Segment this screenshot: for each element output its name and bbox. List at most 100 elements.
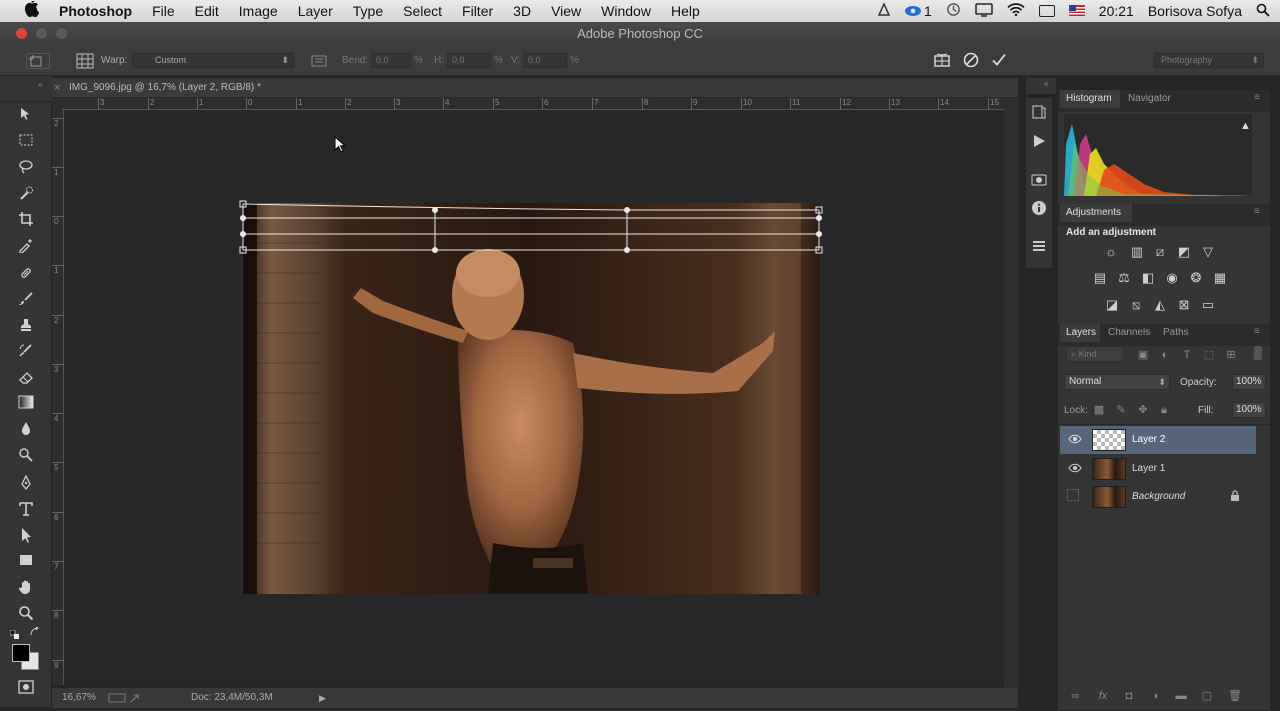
crop-tool-icon[interactable] — [15, 211, 37, 231]
curves-icon[interactable]: ⧄ — [1151, 245, 1169, 259]
photo-filter-icon[interactable]: ◉ — [1163, 271, 1181, 285]
exposure-icon[interactable]: ◩ — [1175, 245, 1193, 259]
posterize-icon[interactable]: ⧅ — [1127, 298, 1145, 312]
link-layers-icon[interactable]: ∞ — [1066, 689, 1084, 703]
actions-panel-icon[interactable] — [1032, 134, 1046, 153]
foreground-color-swatch[interactable] — [12, 644, 30, 662]
hand-tool-icon[interactable] — [15, 579, 37, 599]
user-name[interactable]: Borisova Sofya — [1148, 3, 1242, 19]
input-menu-icon[interactable] — [1038, 5, 1055, 17]
tool-preset-picker[interactable] — [26, 53, 50, 69]
warp-mesh-overlay[interactable] — [236, 198, 828, 260]
blur-tool-icon[interactable] — [15, 421, 37, 441]
apple-icon[interactable] — [24, 0, 47, 21]
filter-adjustment-icon[interactable]: ◐ — [1156, 348, 1174, 362]
pen-tool-icon[interactable] — [15, 474, 37, 495]
tab-adjustments[interactable]: Adjustments — [1060, 204, 1132, 222]
layers-panel-menu-icon[interactable]: ≡ — [1254, 326, 1260, 337]
threshold-icon[interactable]: ◭ — [1151, 298, 1169, 312]
layer-visibility-eye-icon[interactable] — [1068, 433, 1082, 448]
gradient-map-icon[interactable]: ▭ — [1199, 298, 1217, 312]
horizontal-ruler[interactable]: 3 2 1 0 1 2 3 4 5 6 7 8 9 10 11 12 13 14 15 — [62, 98, 1006, 110]
layer-style-icon[interactable]: fx — [1094, 689, 1112, 703]
color-lookup-icon[interactable]: ▦ — [1211, 271, 1229, 285]
menu-file[interactable]: File — [152, 3, 175, 19]
lasso-tool-icon[interactable] — [15, 159, 37, 179]
gradient-tool-icon[interactable] — [15, 395, 37, 415]
menu-type[interactable]: Type — [353, 3, 383, 19]
h-distortion-input[interactable]: 0.0 — [447, 53, 491, 68]
add-mask-icon[interactable]: ◘ — [1120, 689, 1138, 703]
warp-style-dropdown[interactable]: Custom ⬍ — [132, 53, 294, 68]
hue-saturation-icon[interactable]: ▤ — [1091, 271, 1109, 285]
marquee-tool-icon[interactable] — [15, 133, 37, 153]
info-panel-icon[interactable] — [1031, 200, 1047, 221]
history-panel-icon[interactable] — [1031, 104, 1047, 125]
vibrance-icon[interactable]: ▽ — [1199, 245, 1217, 259]
selective-color-icon[interactable]: ⊠ — [1175, 298, 1193, 312]
flag-us-icon[interactable] — [1068, 3, 1085, 19]
adjustments-panel-menu-icon[interactable]: ≡ — [1254, 206, 1260, 217]
history-brush-tool-icon[interactable] — [15, 343, 37, 363]
filter-type-icon[interactable]: T — [1178, 348, 1196, 362]
new-layer-icon[interactable]: ▢ — [1198, 689, 1216, 703]
menu-select[interactable]: Select — [403, 3, 442, 19]
creative-cloud-status[interactable]: 1 — [904, 3, 932, 19]
tab-histogram[interactable]: Histogram — [1060, 90, 1120, 108]
layer-name[interactable]: Background — [1132, 491, 1185, 502]
tab-navigator[interactable]: Navigator — [1128, 93, 1171, 104]
menu-3d[interactable]: 3D — [513, 3, 531, 19]
zoom-tool-icon[interactable] — [15, 605, 37, 625]
brush-tool-icon[interactable] — [15, 291, 37, 311]
document-tab-title[interactable]: IMG_9096.jpg @ 16,7% (Layer 2, RGB/8) * — [69, 78, 261, 98]
zoom-level[interactable]: 16,67% — [62, 688, 96, 708]
levels-icon[interactable]: ▥ — [1128, 245, 1146, 259]
layer-row-background[interactable]: Background — [1060, 483, 1256, 511]
eyedropper-tool-icon[interactable] — [15, 237, 37, 257]
display-icon[interactable] — [975, 2, 993, 20]
status-info-icon[interactable] — [108, 692, 142, 711]
spotlight-icon[interactable] — [1256, 3, 1270, 20]
spot-healing-brush-tool-icon[interactable] — [15, 265, 37, 285]
cancel-transform-icon[interactable] — [962, 51, 980, 72]
new-adjustment-layer-icon[interactable]: ◑ — [1146, 689, 1164, 703]
menu-help[interactable]: Help — [671, 3, 700, 19]
type-tool-icon[interactable] — [15, 501, 37, 521]
filter-pixel-icon[interactable]: ▣ — [1134, 348, 1152, 362]
v-distortion-input[interactable]: 0.0 — [523, 53, 567, 68]
bend-input[interactable]: 0.0 — [371, 53, 411, 68]
document-image[interactable] — [243, 203, 820, 594]
histogram-panel-menu-icon[interactable]: ≡ — [1254, 92, 1260, 103]
clock[interactable]: 20:21 — [1099, 3, 1134, 19]
swap-colors-icon[interactable] — [30, 626, 40, 640]
vertical-ruler[interactable]: 2 1 0 1 2 3 4 5 6 7 8 9 — [52, 110, 64, 685]
clone-stamp-tool-icon[interactable] — [15, 317, 37, 337]
lock-position-icon[interactable]: ✥ — [1134, 403, 1152, 417]
layer-filter-kind-dropdown[interactable]: ⌕ Kind — [1066, 346, 1124, 362]
quick-selection-tool-icon[interactable] — [15, 185, 37, 205]
delete-layer-icon[interactable]: 🗑︎ — [1226, 689, 1244, 703]
filter-toggle[interactable] — [1254, 346, 1262, 360]
layer-name[interactable]: Layer 2 — [1132, 434, 1165, 445]
menu-filter[interactable]: Filter — [462, 3, 493, 19]
tab-channels[interactable]: Channels — [1108, 327, 1150, 338]
layer-visibility-eye-icon[interactable] — [1068, 462, 1082, 477]
layer-row-layer-2[interactable]: Layer 2 — [1060, 426, 1256, 454]
black-white-icon[interactable]: ◧ — [1139, 271, 1157, 285]
menu-window[interactable]: Window — [601, 3, 651, 19]
filter-smart-object-icon[interactable]: ⊞ — [1222, 348, 1240, 362]
default-colors-icon[interactable] — [9, 627, 20, 645]
workspace-dropdown[interactable]: Photography ⬍ — [1154, 53, 1264, 68]
color-balance-icon[interactable]: ⚖ — [1115, 271, 1133, 285]
rectangle-tool-icon[interactable] — [15, 553, 37, 573]
opacity-input[interactable]: 100% — [1232, 374, 1266, 390]
time-machine-icon[interactable] — [946, 2, 961, 20]
brightness-contrast-icon[interactable]: ☼ — [1102, 245, 1120, 259]
lock-all-icon[interactable]: 🔒︎ — [1155, 403, 1173, 417]
properties-panel-icon[interactable] — [1031, 238, 1047, 259]
layer-row-layer-1[interactable]: Layer 1 — [1060, 455, 1256, 483]
path-selection-tool-icon[interactable] — [15, 527, 37, 547]
status-menu-arrow-icon[interactable]: ▶ — [319, 688, 326, 708]
collapse-dock-icon[interactable]: « — [1044, 79, 1048, 88]
tab-layers[interactable]: Layers — [1060, 324, 1100, 342]
